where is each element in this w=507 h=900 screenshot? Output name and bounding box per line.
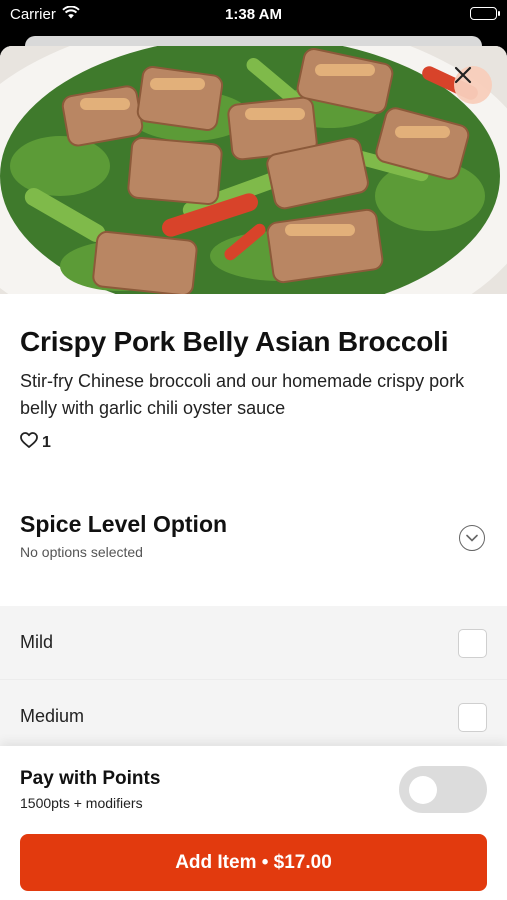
- option-label: Medium: [20, 706, 85, 726]
- checkbox-medium[interactable]: [458, 703, 487, 732]
- close-button[interactable]: [454, 66, 492, 104]
- spice-option-list: Mild Medium: [0, 606, 507, 754]
- checkout-panel: Pay with Points 1500pts + modifiers Add …: [0, 746, 507, 900]
- like-button[interactable]: 1: [20, 432, 487, 453]
- item-title: Crispy Pork Belly Asian Broccoli: [20, 326, 449, 357]
- add-item-button[interactable]: Add Item • $17.00: [20, 834, 487, 891]
- chevron-down-icon: [466, 529, 478, 547]
- option-status: No options selected: [20, 544, 143, 560]
- checkbox-mild[interactable]: [458, 629, 487, 658]
- option-row-mild[interactable]: Mild: [0, 606, 507, 680]
- battery-icon: [470, 7, 500, 20]
- option-label: Mild: [20, 632, 54, 652]
- status-time: 1:38 AM: [225, 6, 282, 23]
- like-count: 1: [42, 433, 51, 451]
- option-title: Spice Level Option: [20, 511, 228, 537]
- option-row-medium[interactable]: Medium: [0, 680, 507, 754]
- points-subtitle: 1500pts + modifiers: [20, 795, 143, 811]
- toggle-knob: [409, 776, 437, 804]
- item-description: Stir-fry Chinese broccoli and our homema…: [20, 371, 465, 418]
- points-label: Pay with Points: [20, 768, 161, 789]
- spice-option-header[interactable]: Spice Level Option No options selected: [0, 511, 507, 591]
- item-details: Crispy Pork Belly Asian Broccoli Stir-fr…: [0, 326, 507, 453]
- item-sheet: Crispy Pork Belly Asian Broccoli Stir-fr…: [0, 46, 507, 900]
- heart-icon: [20, 432, 38, 453]
- status-bar: Carrier 1:38 AM: [0, 0, 507, 30]
- expand-button[interactable]: [459, 525, 485, 551]
- points-toggle[interactable]: [399, 766, 487, 813]
- item-photo: [0, 46, 507, 294]
